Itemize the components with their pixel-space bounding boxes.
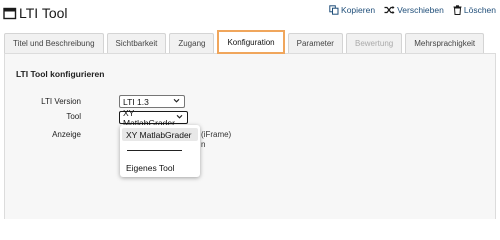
- tab-parameters[interactable]: Parameter: [287, 33, 343, 53]
- display-option-fragment-1: (iFrame): [201, 130, 232, 139]
- chevron-down-icon: [173, 97, 180, 106]
- display-option-fragment-2: n: [201, 140, 206, 149]
- chevron-down-icon: [176, 113, 183, 122]
- title-wrap: LTI Tool: [3, 5, 68, 21]
- tool-label: Tool: [66, 112, 81, 121]
- tab-grading: Bewertung: [345, 33, 403, 53]
- tab-title-description[interactable]: Titel und Beschreibung: [4, 33, 104, 53]
- lti-version-select[interactable]: LTI 1.3: [119, 95, 185, 108]
- trash-icon: [453, 5, 462, 15]
- move-label: Verschieben: [397, 5, 444, 15]
- dropdown-option-own-tool[interactable]: Eigenes Tool: [122, 161, 179, 174]
- dropdown-separator: [127, 150, 182, 151]
- tab-bar: Titel und Beschreibung Sichtbarkeit Zuga…: [4, 30, 487, 54]
- tab-multilingual[interactable]: Mehrsprachigkeit: [405, 33, 485, 53]
- tab-visibility[interactable]: Sichtbarkeit: [106, 33, 167, 53]
- page-header: LTI Tool Kopieren Verschieben Löschen: [0, 0, 500, 28]
- tool-dropdown-menu: XY MatlabGrader Eigenes Tool: [120, 125, 200, 177]
- window-icon: [3, 7, 17, 20]
- tool-select[interactable]: XY MatlabGrader: [119, 108, 188, 128]
- delete-label: Löschen: [463, 5, 496, 15]
- tab-access[interactable]: Zugang: [169, 33, 215, 53]
- page-title: LTI Tool: [19, 5, 68, 21]
- dropdown-option-matlabgrader[interactable]: XY MatlabGrader: [122, 128, 198, 141]
- copy-label: Kopieren: [341, 5, 376, 15]
- tab-configuration[interactable]: Konfiguration: [217, 30, 285, 54]
- configuration-panel: LTI Tool konfigurieren LTI Version LTI 1…: [4, 53, 496, 219]
- section-title: LTI Tool konfigurieren: [16, 69, 105, 79]
- copy-icon: [329, 5, 339, 15]
- header-actions: Kopieren Verschieben Löschen: [329, 5, 496, 15]
- delete-button[interactable]: Löschen: [453, 5, 496, 15]
- display-label: Anzeige: [52, 130, 81, 139]
- copy-button[interactable]: Kopieren: [329, 5, 375, 15]
- shuffle-icon: [384, 5, 395, 15]
- lti-version-value: LTI 1.3: [123, 96, 149, 107]
- move-button[interactable]: Verschieben: [384, 5, 444, 15]
- lti-version-label: LTI Version: [41, 97, 81, 106]
